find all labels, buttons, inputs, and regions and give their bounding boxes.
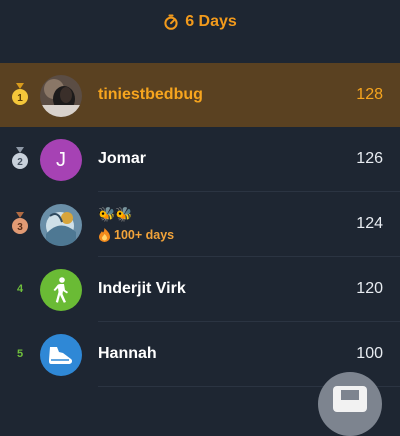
rank-medal: 3 — [8, 192, 32, 256]
player-name: Inderjit Virk — [98, 280, 186, 297]
avatar-painting — [40, 204, 82, 246]
store-icon — [333, 386, 367, 412]
rank-medal: 2 — [8, 127, 32, 191]
svg-text:1: 1 — [17, 93, 23, 104]
gold-medal-icon: 1 — [12, 83, 28, 105]
rank-number: 4 — [8, 257, 32, 321]
rank-number-label: 4 — [16, 283, 24, 295]
avatar[interactable] — [40, 75, 82, 117]
leaderboard-row[interactable]: 2 J Jomar 126 — [0, 127, 400, 191]
streak-badges: 🐝🐝 — [98, 206, 133, 224]
shoe-icon — [49, 347, 73, 364]
leaderboard-header: 6 Days — [0, 0, 400, 44]
svg-text:2: 2 — [17, 157, 23, 168]
avatar[interactable] — [40, 204, 82, 246]
walking-person-icon — [53, 277, 68, 303]
player-score: 126 — [356, 150, 383, 167]
rank-medal: 1 — [8, 63, 32, 127]
svg-text:3: 3 — [17, 222, 23, 233]
rank-number: 5 — [8, 322, 32, 386]
leaderboard-row[interactable]: 4 Inderjit Virk 120 — [0, 257, 400, 321]
silver-medal-icon: 2 — [12, 147, 28, 169]
player-score: 120 — [356, 280, 383, 297]
player-name: Hannah — [98, 345, 157, 362]
avatar[interactable] — [40, 334, 82, 376]
timer-label: 6 Days — [185, 13, 237, 30]
streak-label: 100+ days — [114, 228, 175, 242]
avatar[interactable] — [40, 269, 82, 311]
player-name: Jomar — [98, 150, 147, 167]
avatar-photo — [40, 75, 82, 117]
store-button[interactable] — [318, 372, 382, 436]
timer-icon — [164, 14, 178, 30]
streak-days: 100+ days — [98, 228, 174, 242]
player-score: 124 — [356, 215, 383, 232]
avatar-letter: J — [56, 148, 66, 171]
rank-number-label: 5 — [16, 348, 24, 360]
player-name: tiniestbedbug — [98, 86, 203, 103]
avatar[interactable]: J — [40, 139, 82, 181]
bronze-medal-icon: 3 — [12, 212, 28, 234]
flame-icon — [99, 228, 110, 242]
bee-emojis: 🐝🐝 — [98, 206, 133, 222]
leaderboard-row[interactable]: 3 124 — [0, 192, 400, 256]
player-score: 128 — [356, 86, 383, 103]
leaderboard-row-current-user[interactable]: 1 tiniestbedbug 128 — [0, 63, 400, 127]
